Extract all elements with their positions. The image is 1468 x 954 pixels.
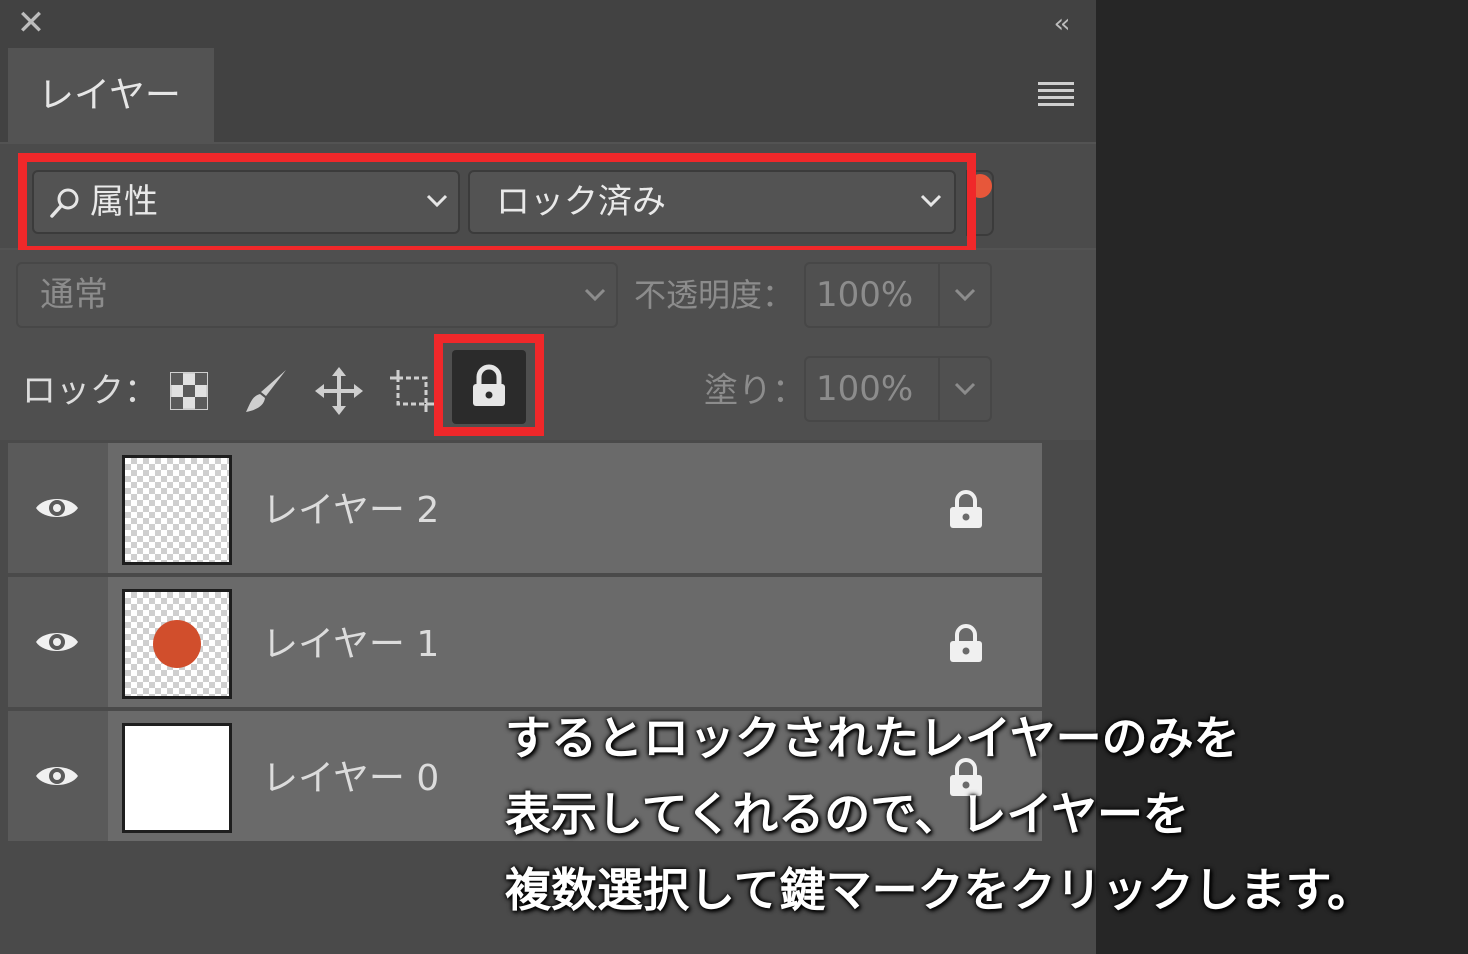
- filter-value-dropdown[interactable]: ロック済み: [468, 170, 956, 234]
- caption-line-1: するとロックされたレイヤーのみを: [505, 711, 1240, 765]
- lock-icon: [473, 364, 505, 406]
- lock-position-move-icon[interactable]: [314, 366, 364, 416]
- instruction-caption: するとロックされたレイヤーのみを 表示してくれるので、レイヤーを 複数選択して鍵…: [505, 700, 1465, 928]
- filter-value-label: ロック済み: [496, 182, 666, 222]
- blend-mode-dropdown[interactable]: 通常: [16, 262, 618, 328]
- visibility-toggle[interactable]: [8, 443, 108, 573]
- chevron-down-icon: [954, 288, 976, 302]
- fill-label: 塗り：: [704, 371, 806, 411]
- layer-name[interactable]: レイヤー 2: [262, 443, 439, 579]
- chevron-down-icon: [584, 288, 606, 302]
- filter-on-indicator: [968, 174, 992, 198]
- layer-thumbnail: [122, 723, 232, 833]
- panel-menu-icon[interactable]: [1038, 82, 1074, 106]
- caption-line-3: 複数選択して鍵マークをクリックします。: [505, 863, 1374, 917]
- visibility-toggle[interactable]: [8, 577, 108, 707]
- lock-image-pixels-brush-icon[interactable]: [242, 366, 292, 416]
- eye-icon: [36, 767, 78, 785]
- opacity-value: 100%: [816, 275, 914, 315]
- eye-icon: [36, 633, 78, 651]
- lock-artboard-icon[interactable]: [388, 366, 438, 416]
- chevron-down-icon: [426, 194, 448, 208]
- layer-lock-icon[interactable]: [948, 623, 984, 663]
- lock-label: ロック：: [22, 371, 158, 411]
- lock-all-button[interactable]: [452, 350, 526, 424]
- layer-thumbnail: [122, 455, 232, 565]
- chevron-down-icon: [954, 382, 976, 396]
- fill-field[interactable]: 100%: [804, 356, 992, 422]
- chevron-down-icon: [920, 194, 942, 208]
- collapse-icon[interactable]: ‹‹: [1040, 10, 1080, 38]
- search-icon: [50, 188, 79, 218]
- orange-circle-shape: [153, 620, 201, 668]
- layer-row[interactable]: レイヤー 1: [8, 577, 1042, 707]
- tab-layers[interactable]: レイヤー: [8, 48, 214, 144]
- layer-row[interactable]: レイヤー 2: [8, 443, 1042, 573]
- layer-thumbnail: [122, 589, 232, 699]
- close-icon[interactable]: ✕: [14, 6, 48, 40]
- lock-transparent-pixels-icon[interactable]: [170, 372, 208, 410]
- filter-type-label: 属性: [90, 182, 158, 222]
- layer-lock-icon[interactable]: [948, 489, 984, 529]
- layer-name[interactable]: レイヤー 1: [262, 577, 439, 713]
- panel-titlebar: ✕ ‹‹: [0, 0, 1096, 48]
- layer-name[interactable]: レイヤー 0: [262, 711, 439, 847]
- visibility-toggle[interactable]: [8, 711, 108, 841]
- opacity-label: 不透明度：: [634, 276, 795, 314]
- fill-value: 100%: [816, 369, 914, 409]
- caption-line-2: 表示してくれるので、レイヤーを: [505, 787, 1190, 841]
- eye-icon: [36, 499, 78, 517]
- filter-type-dropdown[interactable]: 属性: [32, 170, 460, 234]
- opacity-field[interactable]: 100%: [804, 262, 992, 328]
- blend-mode-label: 通常: [40, 275, 108, 315]
